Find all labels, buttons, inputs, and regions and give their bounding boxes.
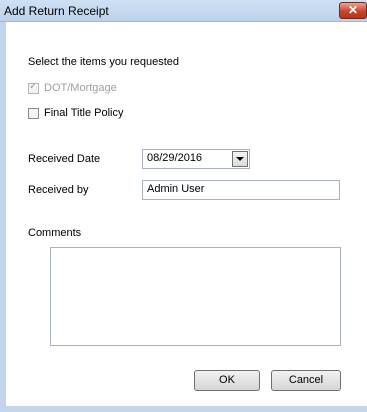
ok-button[interactable]: OK bbox=[194, 370, 260, 391]
received-by-label: Received by bbox=[28, 184, 89, 196]
dot-mortgage-checkbox[interactable]: ✓ bbox=[28, 81, 39, 94]
received-date-value: 08/29/2016 bbox=[147, 152, 203, 164]
title-bar[interactable]: Add Return Receipt ✕ bbox=[0, 0, 367, 22]
close-x-icon: ✕ bbox=[347, 3, 359, 17]
add-return-receipt-dialog: Add Return Receipt ✕ Select the items yo… bbox=[0, 0, 367, 412]
dialog-body: Select the items you requested ✓ DOT/Mor… bbox=[6, 22, 367, 412]
dot-mortgage-label: DOT/Mortgage bbox=[44, 82, 117, 94]
dialog-title: Add Return Receipt bbox=[4, 4, 109, 18]
instruction-text: Select the items you requested bbox=[28, 56, 180, 68]
received-date-label: Received Date bbox=[28, 153, 101, 165]
close-button[interactable]: ✕ bbox=[339, 2, 367, 19]
received-by-field[interactable]: Admin User bbox=[142, 180, 340, 200]
comments-textarea[interactable] bbox=[50, 247, 341, 346]
date-picker-button[interactable] bbox=[232, 151, 248, 167]
received-by-value: Admin User bbox=[147, 183, 205, 195]
final-title-policy-checkbox[interactable] bbox=[28, 108, 39, 119]
cancel-button[interactable]: Cancel bbox=[271, 370, 341, 391]
comments-label: Comments bbox=[28, 227, 82, 239]
final-title-policy-label: Final Title Policy bbox=[44, 107, 124, 119]
checkmark-icon: ✓ bbox=[29, 81, 38, 92]
window-frame-bottom bbox=[0, 406, 367, 412]
chevron-down-icon bbox=[236, 157, 244, 161]
